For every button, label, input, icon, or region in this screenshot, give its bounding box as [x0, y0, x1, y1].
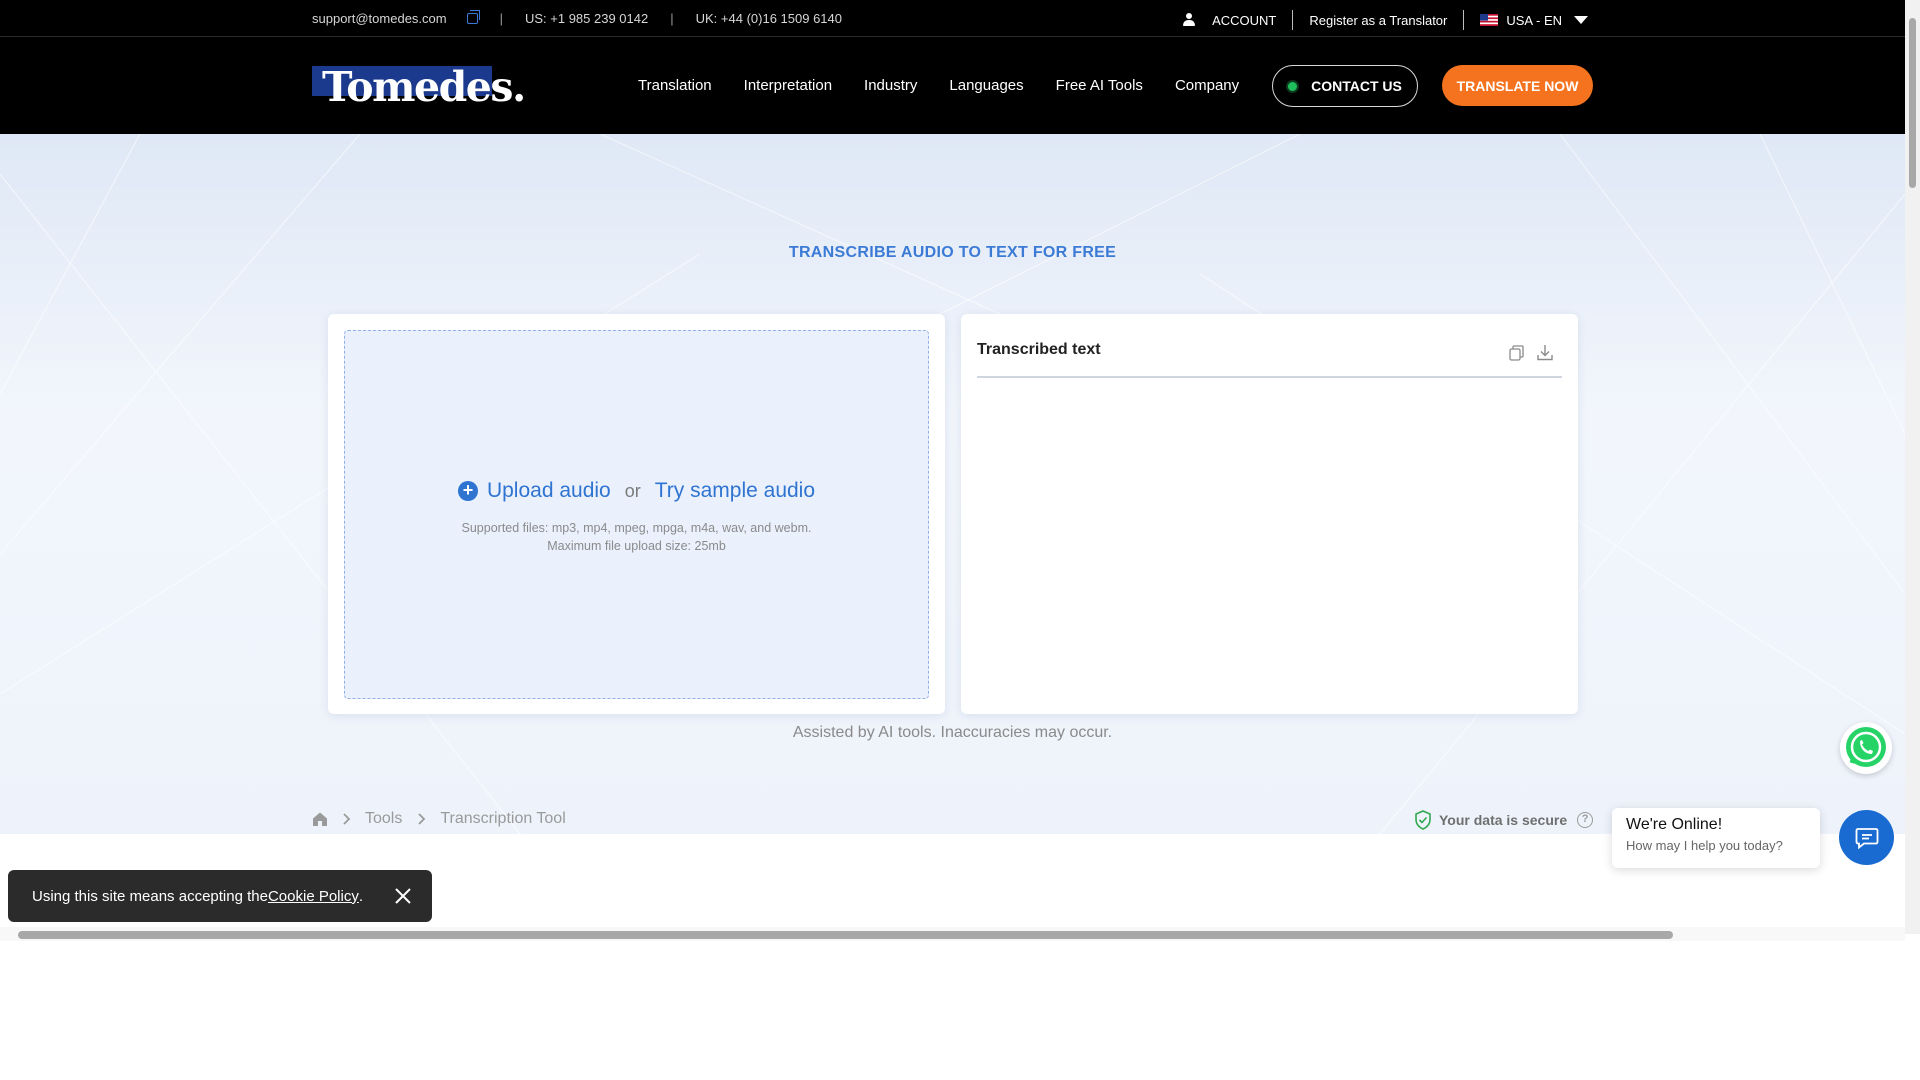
horizontal-scroll-thumb[interactable]: [18, 931, 1673, 939]
secure-label: Your data is secure: [1439, 812, 1568, 828]
main-navigation: Tomedes. Translation Interpretation Indu…: [0, 37, 1905, 134]
vertical-scrollbar[interactable]: [1905, 0, 1920, 934]
breadcrumb-tools[interactable]: Tools: [365, 810, 402, 828]
translate-now-label: TRANSLATE NOW: [1456, 77, 1579, 94]
divider: [1292, 10, 1294, 30]
cookie-text-end: .: [358, 887, 364, 905]
account-link[interactable]: ACCOUNT: [1212, 13, 1276, 28]
max-file-size: Maximum file upload size: 25mb: [547, 539, 726, 553]
nav-industry[interactable]: Industry: [864, 77, 917, 94]
logo-text: Tomedes.: [322, 63, 526, 111]
page: support@tomedes.com | US: +1 985 239 014…: [0, 0, 1920, 1080]
vertical-scroll-thumb[interactable]: [1909, 18, 1916, 188]
output-header: Transcribed text: [977, 330, 1562, 378]
nav-company[interactable]: Company: [1175, 77, 1239, 94]
divider: |: [670, 11, 674, 26]
top-utility-bar: support@tomedes.com | US: +1 985 239 014…: [0, 0, 1905, 37]
output-title: Transcribed text: [977, 341, 1101, 358]
chevron-right-icon: [343, 813, 351, 825]
user-icon: [1183, 13, 1196, 27]
horizontal-scrollbar[interactable]: [0, 927, 1905, 941]
chat-online-title: We're Online!: [1626, 816, 1723, 833]
page-title: TRANSCRIBE AUDIO TO TEXT FOR FREE: [788, 244, 1117, 261]
chat-launcher-button[interactable]: [1839, 810, 1894, 865]
cookie-text: Using this site means accepting the: [32, 887, 268, 905]
nav-interpretation[interactable]: Interpretation: [744, 77, 832, 94]
breadcrumb: Tools Transcription Tool: [312, 810, 581, 828]
blank-area: [0, 941, 1920, 1080]
breadcrumb-current: Transcription Tool: [440, 810, 566, 827]
or-label: or: [624, 480, 641, 501]
copy-icon[interactable]: [1509, 345, 1524, 361]
audio-dropzone[interactable]: + Upload audio or Try sample audio Suppo…: [344, 330, 929, 699]
whatsapp-icon: [1846, 727, 1886, 767]
online-dot-icon: [1288, 81, 1298, 91]
register-translator-link[interactable]: Register as a Translator: [1309, 13, 1447, 28]
upload-card: + Upload audio or Try sample audio Suppo…: [328, 314, 945, 714]
account-area: ACCOUNT Register as a Translator USA - E…: [1183, 10, 1588, 30]
transcription-output-card: Transcribed text: [961, 314, 1578, 714]
locale-selector[interactable]: USA - EN: [1506, 13, 1562, 28]
upload-audio-button[interactable]: Upload audio: [487, 479, 611, 503]
us-flag-icon: [1480, 14, 1499, 26]
close-icon[interactable]: [394, 887, 412, 905]
data-security-note: Your data is secure ?: [1414, 810, 1594, 830]
help-icon[interactable]: ?: [1577, 812, 1594, 828]
contact-info: support@tomedes.com | US: +1 985 239 014…: [312, 10, 842, 26]
contact-us-button[interactable]: CONTACT US: [1272, 65, 1418, 107]
translate-now-button[interactable]: TRANSLATE NOW: [1442, 65, 1593, 106]
supported-formats: Supported files: mp3, mp4, mpeg, mpga, m…: [461, 521, 812, 535]
chat-prompt: How may I help you today?: [1626, 838, 1783, 853]
us-phone-link[interactable]: US: +1 985 239 0142: [525, 11, 648, 26]
try-sample-audio-button[interactable]: Try sample audio: [655, 479, 815, 503]
uk-phone-link[interactable]: UK: +44 (0)16 1509 6140: [696, 11, 842, 26]
nav-translation[interactable]: Translation: [638, 77, 712, 94]
whatsapp-button[interactable]: [1840, 722, 1892, 774]
chat-greeting[interactable]: We're Online! How may I help you today?: [1612, 808, 1820, 868]
home-icon[interactable]: [312, 811, 328, 827]
nav-languages[interactable]: Languages: [949, 77, 1023, 94]
nav-free-ai-tools[interactable]: Free AI Tools: [1056, 77, 1143, 94]
support-email-link[interactable]: support@tomedes.com: [312, 11, 447, 26]
upload-actions: + Upload audio or Try sample audio: [345, 479, 928, 503]
download-icon[interactable]: [1537, 344, 1553, 361]
supported-files-note: Supported files: mp3, mp4, mpeg, mpga, m…: [345, 519, 928, 555]
divider: [1463, 10, 1465, 30]
cookie-policy-link[interactable]: Cookie Policy: [268, 888, 359, 905]
cookie-banner: Using this site means accepting the Cook…: [8, 870, 432, 922]
shield-check-icon: [1415, 810, 1431, 830]
copy-icon[interactable]: [466, 10, 480, 24]
ai-disclaimer: Assisted by AI tools. Inaccuracies may o…: [792, 724, 1113, 741]
chevron-down-icon[interactable]: [1574, 16, 1588, 24]
chat-icon: [1855, 827, 1878, 849]
chevron-right-icon: [418, 813, 426, 825]
tomedes-logo[interactable]: Tomedes.: [312, 63, 526, 112]
nav-links: Translation Interpretation Industry Lang…: [638, 77, 1271, 94]
transcribed-text-area[interactable]: [977, 386, 1562, 696]
contact-us-label: CONTACT US: [1311, 78, 1402, 94]
transcription-hero: TRANSCRIBE AUDIO TO TEXT FOR FREE + Uplo…: [0, 134, 1905, 834]
plus-icon: +: [457, 481, 478, 501]
divider: |: [499, 11, 503, 26]
